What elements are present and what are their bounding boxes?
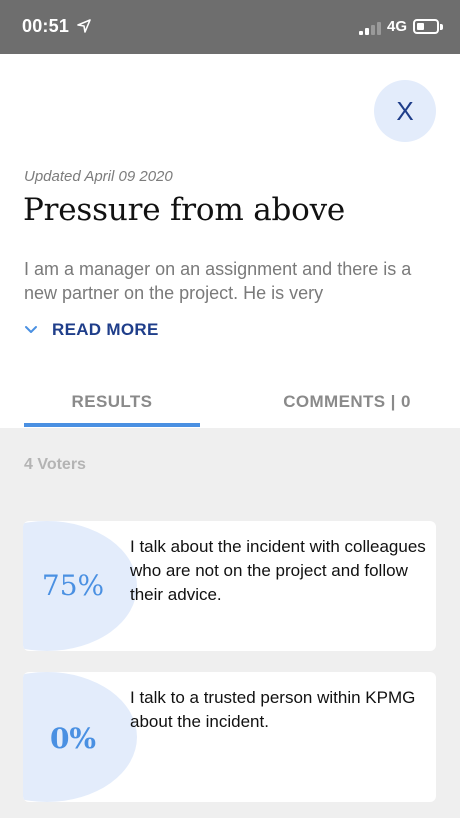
option-text: I talk about the incident with colleague… [130,537,426,604]
battery-tip [440,24,443,30]
read-more-label: READ MORE [52,320,159,339]
tab-comments[interactable]: COMMENTS | 0 [266,392,428,412]
option-text: I talk to a trusted person within KPMG a… [130,688,416,731]
option-percent: 0% [49,722,97,755]
option-percent: 75% [41,569,105,602]
network-type: 4G [387,18,408,35]
poll-option[interactable]: 0% I talk to a trusted person within KPM… [23,672,436,802]
read-more-button[interactable]: READ MORE [24,318,159,342]
voter-count: 4 Voters [24,456,86,473]
status-bar: 00:51 4G [0,0,460,54]
poll-option[interactable]: 75% I talk about the incident with colle… [23,521,436,651]
close-button[interactable]: X [374,80,436,142]
post-excerpt: I am a manager on an assignment and ther… [24,259,412,303]
chevron-down-icon [25,326,37,333]
tab-results[interactable]: RESULTS [24,392,200,412]
location-arrow-icon [77,19,91,33]
page-title: Pressure from above [23,192,346,228]
active-tab-indicator [24,423,200,427]
updated-date: Updated April 09 2020 [24,168,173,185]
battery-icon [413,19,439,34]
post-sheet: X Updated April 09 2020 Pressure from ab… [0,54,460,428]
results-panel: 4 Voters 75% I talk about the incident w… [0,428,460,818]
signal-icon [359,21,381,35]
status-time: 00:51 [22,16,70,36]
